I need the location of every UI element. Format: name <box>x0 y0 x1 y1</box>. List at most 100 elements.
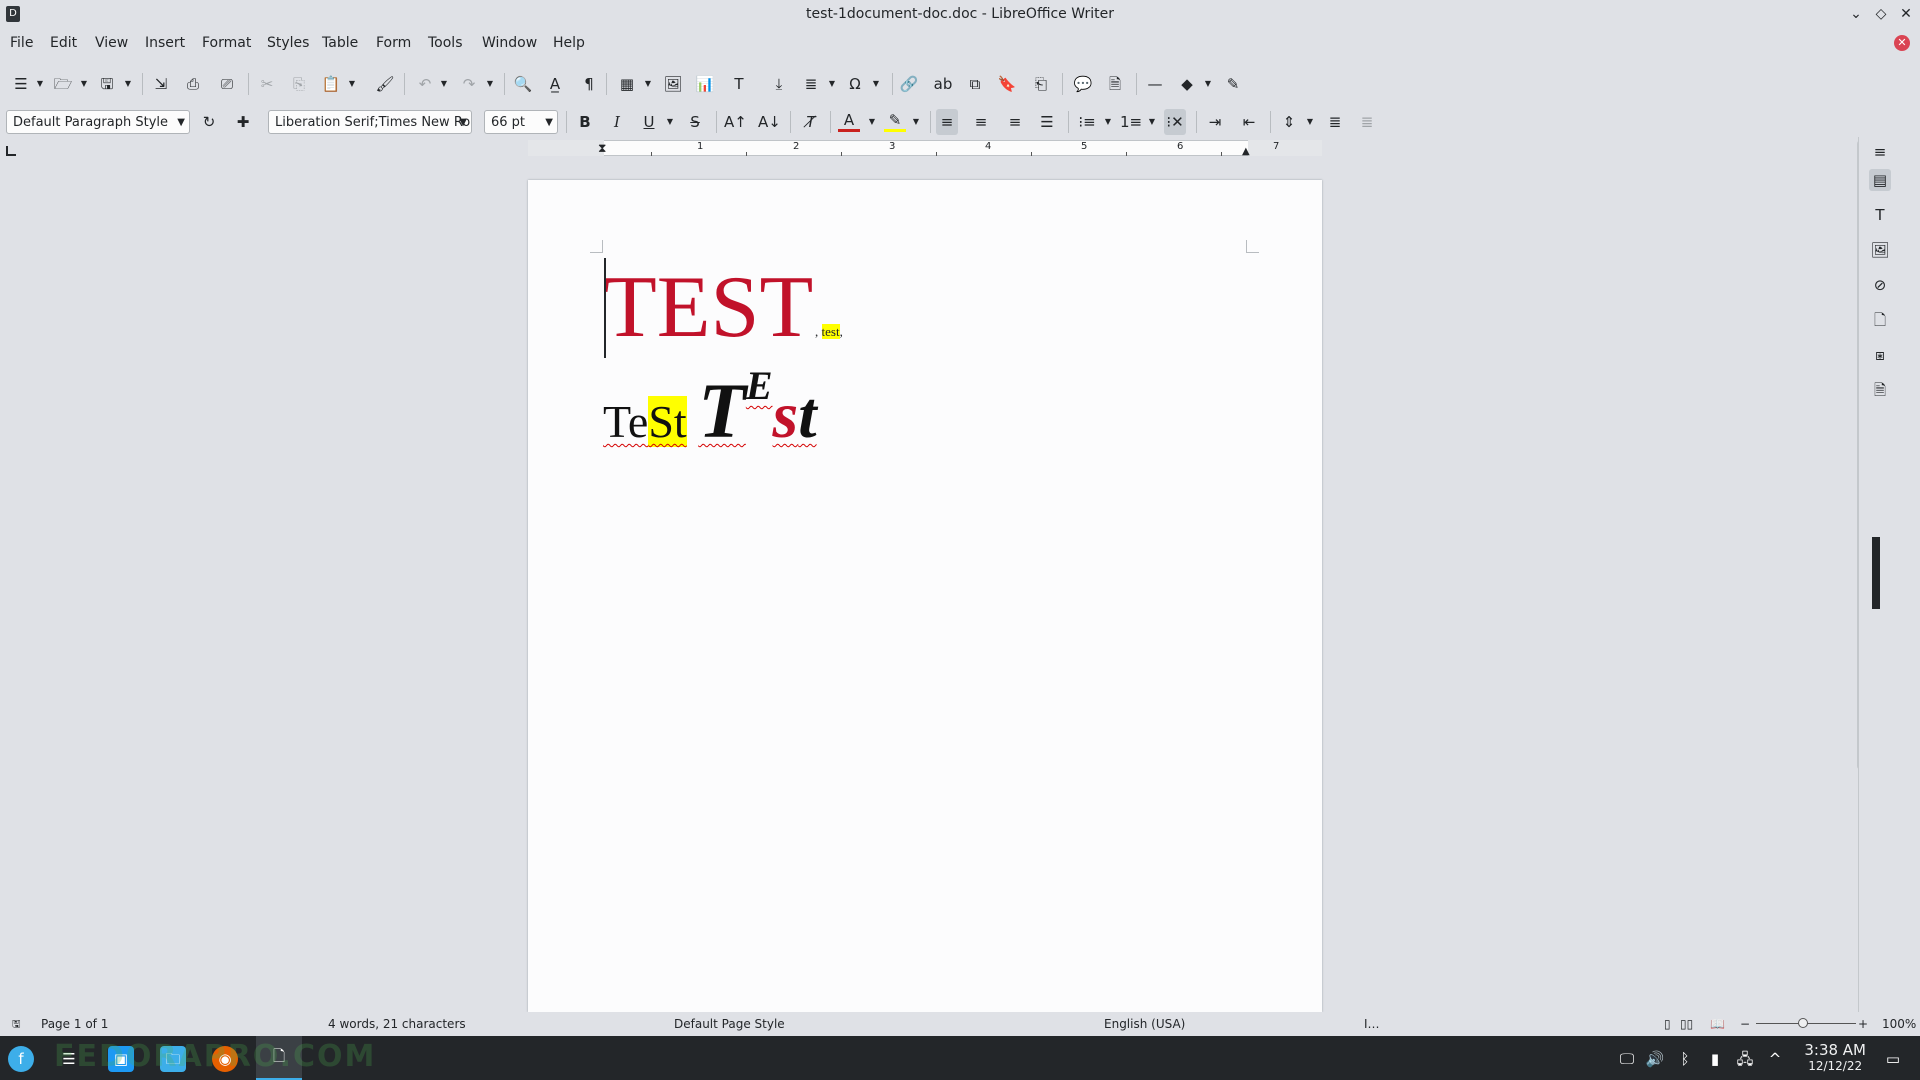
page-icon[interactable]: 🗋 <box>1869 309 1891 331</box>
print-preview-icon[interactable]: ⎚ <box>216 73 238 95</box>
chevron-down-icon[interactable]: ▼ <box>828 73 836 95</box>
close-document-icon[interactable]: ✕ <box>1894 35 1910 51</box>
menu-form[interactable]: Form <box>376 35 411 51</box>
footnote-icon[interactable]: ab <box>932 73 954 95</box>
update-style-icon[interactable]: ↻ <box>198 111 220 133</box>
menu-insert[interactable]: Insert <box>145 35 185 51</box>
menu-view[interactable]: View <box>95 35 128 51</box>
close-window-icon[interactable]: ✕ <box>1896 4 1916 24</box>
chevron-down-icon[interactable]: ▼ <box>868 111 876 133</box>
menu-format[interactable]: Format <box>202 35 251 51</box>
chevron-down-icon[interactable]: ▼ <box>124 73 132 95</box>
underline-icon[interactable]: U <box>638 111 660 133</box>
language[interactable]: English (USA) <box>1104 1017 1185 1031</box>
draw-icon[interactable]: ✎ <box>1222 73 1244 95</box>
paste-icon[interactable]: 📋 <box>320 73 342 95</box>
small-text-line[interactable]: , test, <box>815 324 843 340</box>
chevron-down-icon[interactable]: ▼ <box>872 73 880 95</box>
gallery-icon[interactable]: 🖼 <box>1869 239 1891 261</box>
chevron-down-icon[interactable]: ▼ <box>1148 111 1156 133</box>
insert-chart-icon[interactable]: 📊 <box>694 73 716 95</box>
chevron-down-icon[interactable]: ▼ <box>36 73 44 95</box>
zoom-level[interactable]: 100% <box>1882 1017 1916 1031</box>
insert-table-icon[interactable]: ▦ <box>616 73 638 95</box>
clone-formatting-icon[interactable]: 🖌 <box>374 73 396 95</box>
subscript-icon[interactable]: A↓ <box>758 111 781 133</box>
page-count[interactable]: Page 1 of 1 <box>41 1017 108 1031</box>
chevron-down-icon[interactable]: ▼ <box>440 73 448 95</box>
zoom-in-icon[interactable]: + <box>1858 1017 1868 1031</box>
multi-page-view-icon[interactable]: ▯▯ <box>1680 1017 1693 1031</box>
tab-stop-selector[interactable] <box>6 146 16 156</box>
align-right-icon[interactable]: ≡ <box>1004 111 1026 133</box>
chevron-down-icon[interactable]: ▼ <box>486 73 494 95</box>
menu-help[interactable]: Help <box>553 35 585 51</box>
tray-expand-icon[interactable]: ^ <box>1762 1046 1788 1072</box>
undo-icon[interactable]: ↶ <box>414 73 436 95</box>
chevron-down-icon[interactable]: ▼ <box>1204 73 1212 95</box>
ordered-list-icon[interactable]: 1≡ <box>1120 111 1142 133</box>
highlight-color-icon[interactable]: ✎ <box>884 111 906 132</box>
horizontal-ruler[interactable] <box>528 140 1322 156</box>
menu-file[interactable]: File <box>10 35 33 51</box>
styles-icon[interactable]: T <box>1869 204 1891 226</box>
decrease-indent-icon[interactable]: ⇤ <box>1238 111 1260 133</box>
comment-icon[interactable]: 💬 <box>1072 73 1094 95</box>
minimize-icon[interactable]: ⌄ <box>1846 4 1866 24</box>
justify-icon[interactable]: ☰ <box>1036 111 1058 133</box>
insert-textbox-icon[interactable]: T <box>728 73 750 95</box>
open-icon[interactable]: 🗁 <box>52 73 74 95</box>
special-character-icon[interactable]: Ω <box>844 73 866 95</box>
align-center-icon[interactable]: ≡ <box>970 111 992 133</box>
line-spacing-icon[interactable]: ⇕ <box>1278 111 1300 133</box>
mixed-format-line[interactable]: TeSt TEst <box>603 362 817 454</box>
bluetooth-icon[interactable]: ᛒ <box>1672 1046 1698 1072</box>
volume-icon[interactable]: 🔊 <box>1642 1046 1668 1072</box>
insert-field-icon[interactable]: ≣ <box>800 73 822 95</box>
zoom-out-icon[interactable]: − <box>1740 1017 1750 1031</box>
fedora-launcher-icon[interactable]: f <box>8 1046 34 1072</box>
properties-icon[interactable]: ▤ <box>1869 169 1891 191</box>
chevron-down-icon[interactable]: ▼ <box>80 73 88 95</box>
word-count[interactable]: 4 words, 21 characters <box>328 1017 466 1031</box>
left-indent-marker[interactable]: ⧗ <box>598 140 606 156</box>
font-name-select[interactable]: Liberation Serif;Times New Roman ▼ <box>268 110 472 134</box>
paragraph-spacing-icon[interactable]: ≣ <box>1324 111 1346 133</box>
clock[interactable]: 3:38 AM 12/12/22 <box>1804 1041 1866 1073</box>
document-modified-icon[interactable]: 🖫 <box>12 1017 21 1034</box>
network-icon[interactable]: 🖧 <box>1732 1046 1758 1072</box>
menu-edit[interactable]: Edit <box>50 35 77 51</box>
new-style-icon[interactable]: ✚ <box>232 111 254 133</box>
maximize-icon[interactable]: ◇ <box>1871 4 1891 24</box>
sidebar-menu-icon[interactable]: ☰ <box>10 73 32 95</box>
find-replace-icon[interactable]: 🔍 <box>512 73 534 95</box>
font-color-icon[interactable]: A <box>838 111 860 132</box>
font-size-select[interactable]: 66 pt ▼ <box>484 110 558 134</box>
menu-tools[interactable]: Tools <box>428 35 463 51</box>
right-indent-marker[interactable]: ▲ <box>1242 146 1250 157</box>
insert-page-break-icon[interactable]: ⤓ <box>768 73 790 95</box>
italic-icon[interactable]: I <box>606 111 628 133</box>
spelling-icon[interactable]: A̲ <box>544 73 566 95</box>
insert-image-icon[interactable]: 🖼 <box>662 73 684 95</box>
hyperlink-icon[interactable]: 🔗 <box>898 73 920 95</box>
display-icon[interactable]: 🖵 <box>1614 1046 1640 1072</box>
print-icon[interactable]: ⎙ <box>182 73 204 95</box>
cut-icon[interactable]: ✂ <box>256 73 278 95</box>
line-numbering-icon[interactable]: ≣ <box>1356 111 1378 133</box>
chevron-down-icon[interactable]: ▼ <box>912 111 920 133</box>
formatting-marks-icon[interactable]: ¶ <box>578 73 600 95</box>
chevron-down-icon[interactable]: ▼ <box>1104 111 1112 133</box>
copy-icon[interactable]: ⎘ <box>288 73 310 95</box>
superscript-icon[interactable]: A↑ <box>724 111 747 133</box>
align-left-icon[interactable]: ≡ <box>936 109 958 135</box>
menu-styles[interactable]: Styles <box>267 35 309 51</box>
unordered-list-icon[interactable]: ⁝≡ <box>1076 111 1098 133</box>
sidebar-collapse-handle[interactable] <box>1872 537 1880 609</box>
insert-mode-icon[interactable]: I… <box>1364 1017 1380 1031</box>
track-changes-icon[interactable]: 🗎 <box>1104 73 1126 95</box>
show-desktop-icon[interactable]: ▭ <box>1880 1046 1906 1072</box>
battery-icon[interactable]: ▮ <box>1702 1046 1728 1072</box>
page-style[interactable]: Default Page Style <box>674 1017 785 1031</box>
strikethrough-icon[interactable]: S <box>684 111 706 133</box>
